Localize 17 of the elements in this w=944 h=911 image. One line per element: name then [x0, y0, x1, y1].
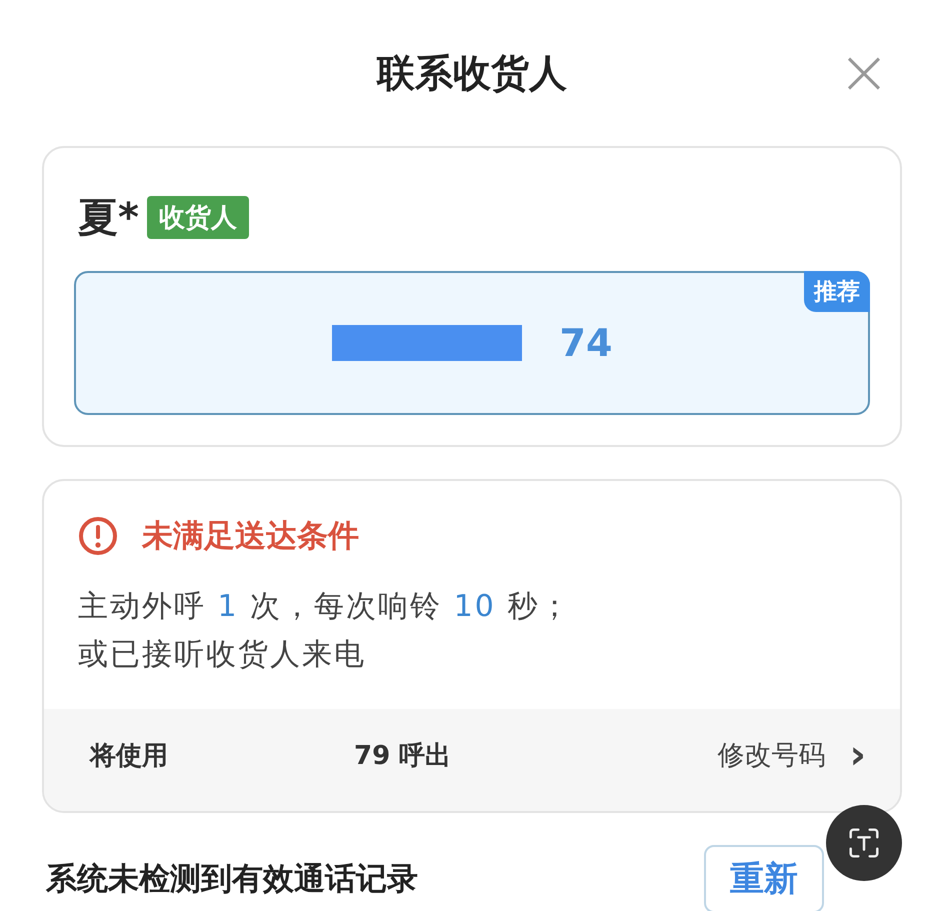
condition-text: 或已接听收货人来电 — [78, 636, 367, 674]
call-status-text: 系统未检测到有效通话记录 — [44, 860, 418, 899]
change-number-link[interactable]: 修改号码 › — [718, 737, 866, 773]
close-button[interactable]: × — [826, 44, 902, 100]
chevron-icon: › — [850, 740, 866, 770]
caller-label: 将使用 — [90, 740, 168, 772]
condition-text: 主动外呼 1 次，每次响铃 10 秒； — [78, 588, 572, 626]
caller-number: 79 呼出 — [354, 740, 452, 772]
status-title: 未满足送达条件 — [142, 517, 359, 556]
phone-number: 74 — [560, 321, 612, 365]
phone-option[interactable]: 74 推荐 — [74, 271, 870, 415]
warning-icon — [78, 516, 118, 556]
retry-button[interactable]: 重新 — [704, 845, 824, 911]
contact-name: 夏* — [78, 194, 139, 243]
dialog-title: 联系收货人 — [377, 50, 567, 96]
role-tag: 收货人 — [146, 196, 249, 239]
recommended-badge: 推荐 — [804, 271, 870, 312]
